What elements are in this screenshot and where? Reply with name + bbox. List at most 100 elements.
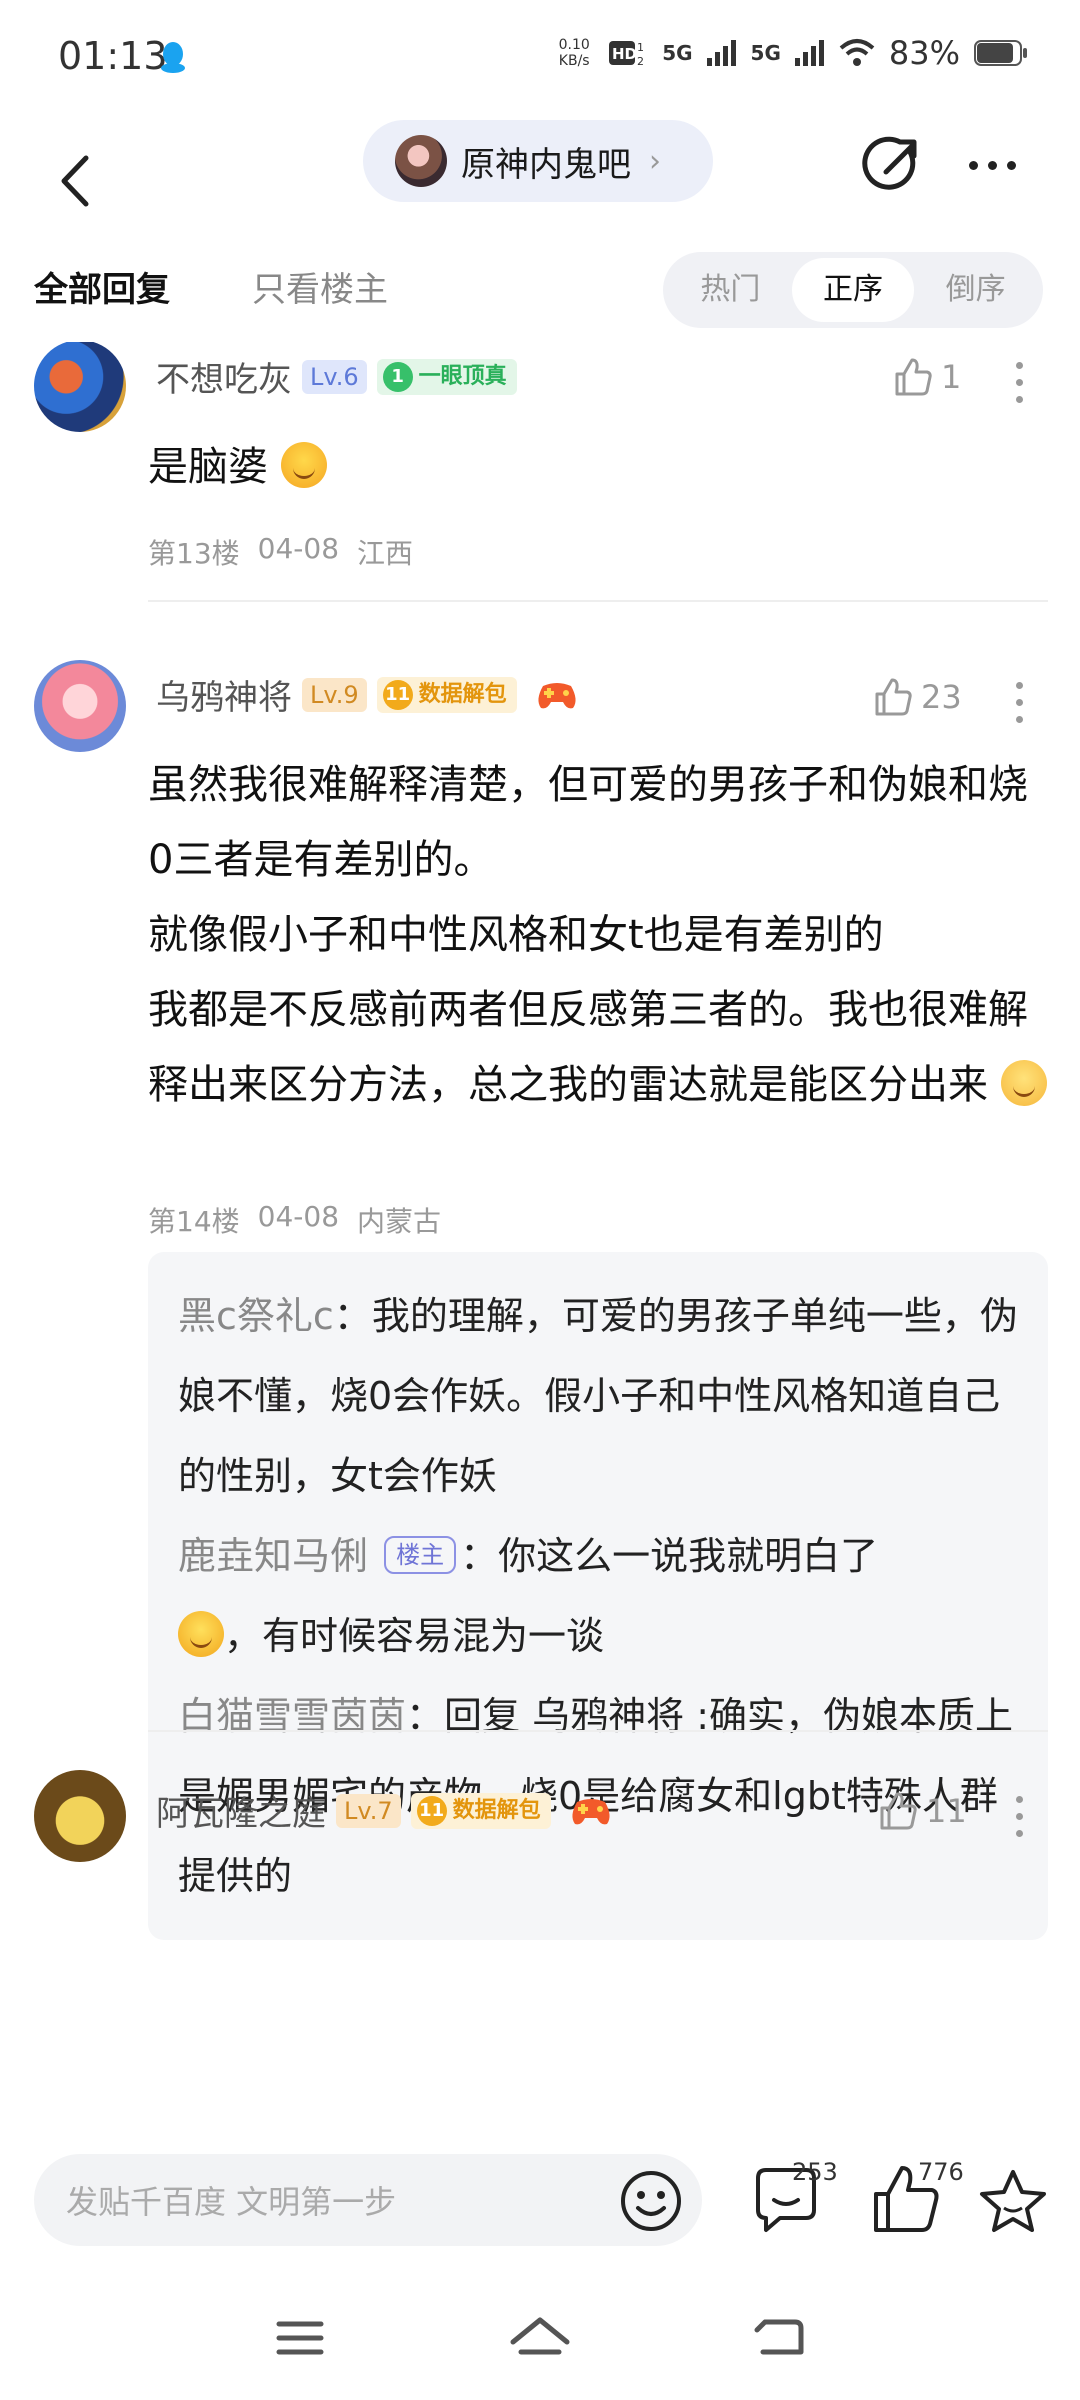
like-total: 776 [918,2158,964,2186]
post-meta: 第14楼 04-08 内蒙古 [148,1200,441,1240]
wifi-icon [839,39,875,66]
like-button[interactable]: 1 [893,356,961,398]
system-nav-bar [0,2280,1080,2400]
qq-notification-icon [161,42,185,73]
battery-icon [974,40,1027,66]
post-author-row: 阿瓦隆之庭 Lv.7 11 数据解包 [156,1786,613,1835]
like-button[interactable]: 23 [873,676,962,718]
forum-avatar [395,135,447,187]
floor-number: 第13楼 [148,537,240,570]
username[interactable]: 阿瓦隆之庭 [156,1786,326,1835]
svg-text:HD: HD [612,45,637,63]
status-indicators: 0.10 KB/s HD 1 2 5G 5G 83% [554,34,1028,72]
sort-descending[interactable]: 倒序 [914,258,1037,322]
sub-reply-text: 你这么一说我就明白了 [498,1534,879,1578]
tab-all-replies[interactable]: 全部回复 [34,262,170,311]
thumbs-up-icon [895,358,932,396]
reply-count: 253 [792,2158,838,2186]
bottom-action-bar: 发贴千百度 文明第一步 253 776 [0,2130,1080,2280]
gamepad-icon [572,1798,610,1824]
thumbs-up-icon [875,678,912,716]
reply-input[interactable]: 发贴千百度 文明第一步 [34,2154,702,2246]
status-time: 01:13 [58,34,168,78]
shy-emoji-icon [1000,1060,1047,1106]
post-body: 虽然我很难解释清楚，但可爱的男孩子和伪娘和烧0三者是有差别的。 就像假小子和中性… [148,748,1048,1123]
honor-badge: 11 数据解包 [410,1792,551,1829]
sort-ascending[interactable]: 正序 [791,258,915,322]
badge-number: 1 [382,361,413,392]
tab-op-only[interactable]: 只看楼主 [252,262,388,311]
svg-text:2: 2 [637,55,644,68]
reply-list[interactable]: 不想吃灰 Lv.6 1 一眼顶真 1 是脑婆 第13楼 04-08 江西 乌鸦神将… [0,342,1080,2130]
avatar[interactable] [34,660,126,752]
back-arrow-icon [61,155,89,207]
level-badge: Lv.9 [302,677,367,712]
star-icon[interactable] [978,2166,1048,2236]
post-text: 是脑婆 [148,444,268,490]
sub-reply-author[interactable]: 鹿垚知马俐 [178,1534,368,1578]
ip-region: 江西 [357,537,414,570]
signal-5g-1: 5G [662,41,693,65]
sub-reply-author[interactable]: 黑c祭礼c [178,1294,334,1338]
honor-badge: 1 一眼顶真 [376,358,517,395]
divider [148,1730,1048,1732]
post-options-button[interactable] [1013,682,1025,723]
thread-header: 原神内鬼吧 › [0,120,1080,260]
divider [148,600,1048,602]
forum-link[interactable]: 原神内鬼吧 › [363,120,713,202]
chevron-right-icon: › [649,143,661,179]
post-date: 04-08 [257,1200,340,1233]
username[interactable]: 乌鸦神将 [156,670,292,719]
post-options-button[interactable] [1013,1796,1025,1837]
post-text: 虽然我很难解释清楚，但可爱的男孩子和伪娘和烧0三者是有差别的。 就像假小子和中性… [148,762,1028,1108]
post-options-button[interactable] [1013,362,1025,403]
op-tag: 楼主 [384,1536,457,1574]
post-body: 是脑婆 [148,430,1048,505]
signal-bars-icon [794,40,824,66]
more-options-button[interactable] [962,140,1022,190]
reply-post: 阿瓦隆之庭 Lv.7 11 数据解包 11 [0,1742,1080,1892]
home-icon[interactable] [505,2308,575,2368]
reply-input-placeholder: 发贴千百度 文明第一步 [66,2183,397,2221]
sub-reply[interactable]: 鹿垚知马俐 楼主 ：你这么一说我就明白了 ，有时候容易混为一谈 [178,1516,1018,1676]
badge-label: 数据解包 [452,1797,541,1823]
badge-label: 数据解包 [418,681,507,707]
post-meta: 第13楼 04-08 江西 [148,532,413,572]
signal-bars-icon [706,40,736,66]
ip-region: 内蒙古 [357,1205,442,1238]
reply-post: 不想吃灰 Lv.6 1 一眼顶真 1 是脑婆 第13楼 04-08 江西 [0,342,1080,612]
post-date: 04-08 [257,532,340,565]
badge-number: 11 [416,1795,447,1826]
honor-badge: 11 数据解包 [376,676,517,713]
share-icon[interactable] [862,132,926,196]
floor-number: 第14楼 [148,1205,240,1238]
signal-5g-2: 5G [750,41,781,65]
avatar[interactable] [34,1770,126,1862]
post-author-row: 乌鸦神将 Lv.9 11 数据解包 [156,670,579,719]
network-speed: 0.10 KB/s [558,37,590,69]
like-count: 23 [921,678,962,716]
smile-emoji-icon [178,1611,224,1657]
back-button[interactable] [40,146,110,216]
thumbs-up-icon [880,1792,917,1830]
badge-label: 一眼顶真 [418,363,507,389]
sort-toggle: 热门 正序 倒序 [663,252,1043,328]
menu-icon[interactable] [265,2308,335,2368]
avatar[interactable] [34,342,126,432]
status-bar: 01:13 0.10 KB/s HD 1 2 5G 5G 83% [0,0,1080,120]
gamepad-icon [538,682,576,708]
reply-post: 乌鸦神将 Lv.9 11 数据解包 23 虽然我很难解释清楚，但可爱的男孩子和伪娘… [0,632,1080,1940]
like-button[interactable]: 11 [878,1790,967,1832]
sub-reply-text-cont: ，有时候容易混为一谈 [224,1614,605,1658]
sub-reply[interactable]: 黑c祭礼c：我的理解，可爱的男孩子单纯一些，伪娘不懂，烧0会作妖。假小子和中性风… [178,1276,1018,1516]
level-badge: Lv.7 [336,1793,401,1828]
svg-text:1: 1 [637,41,644,54]
battery-percent: 83% [888,34,960,72]
back-nav-icon[interactable] [745,2308,815,2368]
yum-emoji-icon [280,442,327,488]
sort-hot[interactable]: 热门 [669,258,792,322]
emoji-picker-icon[interactable] [612,2162,690,2240]
like-count: 1 [941,358,962,396]
forum-name: 原神内鬼吧 [461,144,631,185]
username[interactable]: 不想吃灰 [156,352,292,401]
